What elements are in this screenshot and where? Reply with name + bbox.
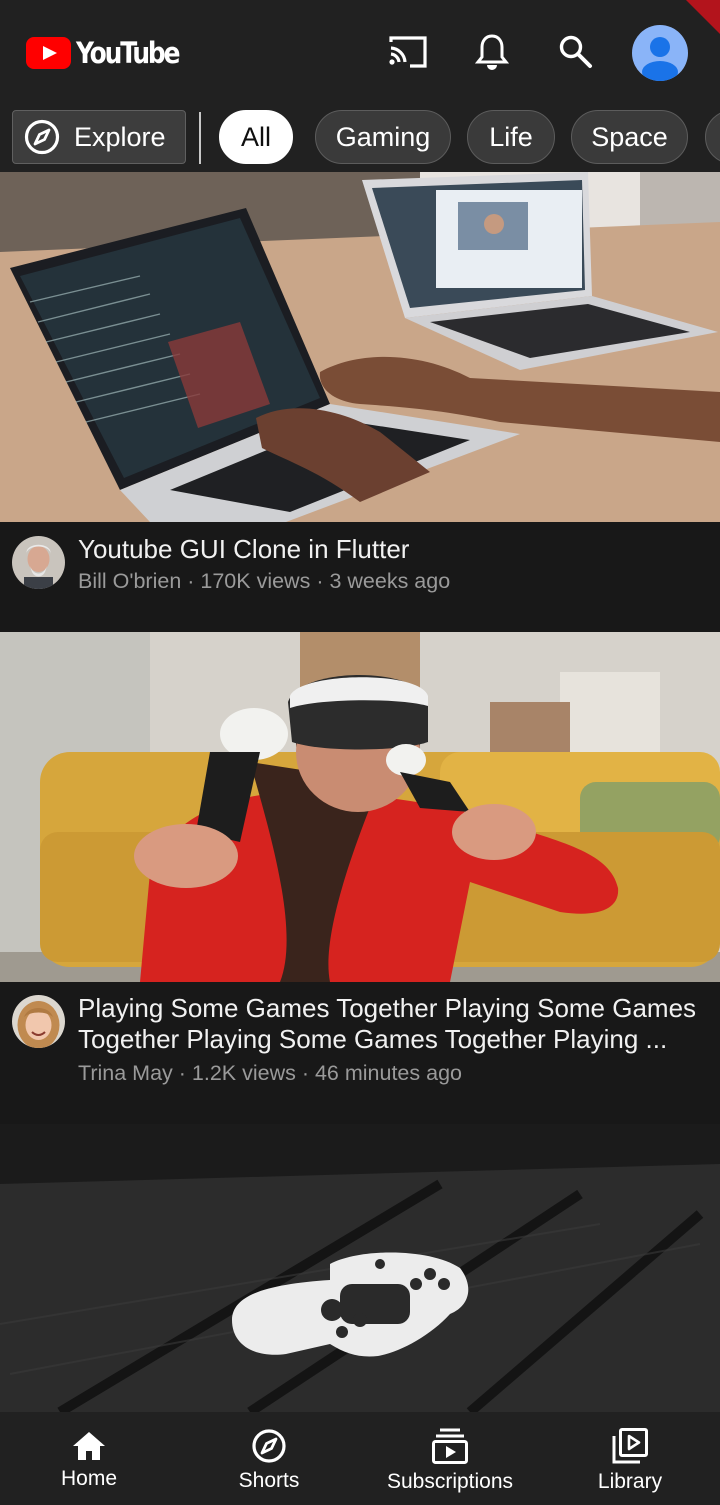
- meta-separator: ·: [172, 1061, 192, 1085]
- compass-icon: [24, 119, 60, 155]
- chip-divider: [199, 112, 201, 164]
- nav-library[interactable]: Library: [585, 1412, 675, 1505]
- debug-banner: [686, 0, 720, 34]
- nav-home-label: Home: [60, 1467, 118, 1490]
- search-icon[interactable]: [554, 30, 598, 74]
- channel-avatar[interactable]: [12, 995, 65, 1048]
- chip-gaming[interactable]: Gaming: [315, 110, 451, 164]
- bottom-navigation-bar: Home Shorts Subscriptions Library: [0, 1412, 720, 1505]
- explore-chip[interactable]: Explore: [12, 110, 186, 164]
- chip-all[interactable]: All: [219, 110, 293, 164]
- video-thumbnail[interactable]: [0, 1124, 720, 1412]
- home-icon: [73, 1432, 105, 1460]
- video-thumbnail[interactable]: [0, 172, 720, 522]
- view-count: 170K views: [200, 569, 311, 593]
- meta-separator: ·: [181, 569, 201, 593]
- compass-icon: [252, 1429, 286, 1463]
- upload-age: 3 weeks ago: [329, 569, 451, 593]
- library-icon: [612, 1428, 648, 1464]
- view-count: 1.2K views: [191, 1061, 296, 1085]
- logo-text: YouTube: [76, 36, 181, 70]
- youtube-logo[interactable]: YouTube: [26, 36, 195, 70]
- nav-library-label: Library: [597, 1470, 663, 1493]
- nav-shorts[interactable]: Shorts: [224, 1412, 314, 1505]
- video-info[interactable]: Youtube GUI Clone in Flutter Bill O'brie…: [0, 522, 720, 632]
- chip-partial[interactable]: [705, 110, 720, 164]
- bell-icon[interactable]: [470, 30, 514, 74]
- play-logo-icon: [26, 37, 71, 69]
- nav-subscriptions-label: Subscriptions: [386, 1470, 514, 1493]
- video-title[interactable]: Playing Some Games Together Playing Some…: [78, 993, 710, 1055]
- channel-name[interactable]: Bill O'brien: [78, 569, 181, 593]
- account-avatar[interactable]: [632, 25, 688, 81]
- video-thumbnail[interactable]: [0, 632, 720, 982]
- video-meta: Bill O'brien · 170K views · 3 weeks ago: [78, 569, 450, 594]
- channel-avatar[interactable]: [12, 536, 65, 589]
- nav-subscriptions[interactable]: Subscriptions: [380, 1412, 520, 1505]
- nav-shorts-label: Shorts: [238, 1469, 300, 1492]
- category-chip-bar: Explore All Gaming Life Space: [0, 104, 720, 172]
- cast-icon[interactable]: [386, 30, 430, 74]
- video-title[interactable]: Youtube GUI Clone in Flutter: [78, 534, 710, 565]
- chip-life[interactable]: Life: [467, 110, 555, 164]
- channel-name[interactable]: Trina May: [78, 1061, 173, 1085]
- top-app-bar: YouTube: [0, 0, 720, 104]
- meta-separator: ·: [310, 569, 330, 593]
- video-info[interactable]: Playing Some Games Together Playing Some…: [0, 982, 720, 1124]
- subscriptions-icon: [432, 1428, 468, 1464]
- video-meta: Trina May · 1.2K views · 46 minutes ago: [78, 1061, 462, 1086]
- explore-chip-label: Explore: [74, 121, 166, 152]
- meta-separator: ·: [295, 1061, 315, 1085]
- chip-space[interactable]: Space: [571, 110, 688, 164]
- upload-age: 46 minutes ago: [314, 1061, 462, 1085]
- nav-home[interactable]: Home: [44, 1412, 134, 1505]
